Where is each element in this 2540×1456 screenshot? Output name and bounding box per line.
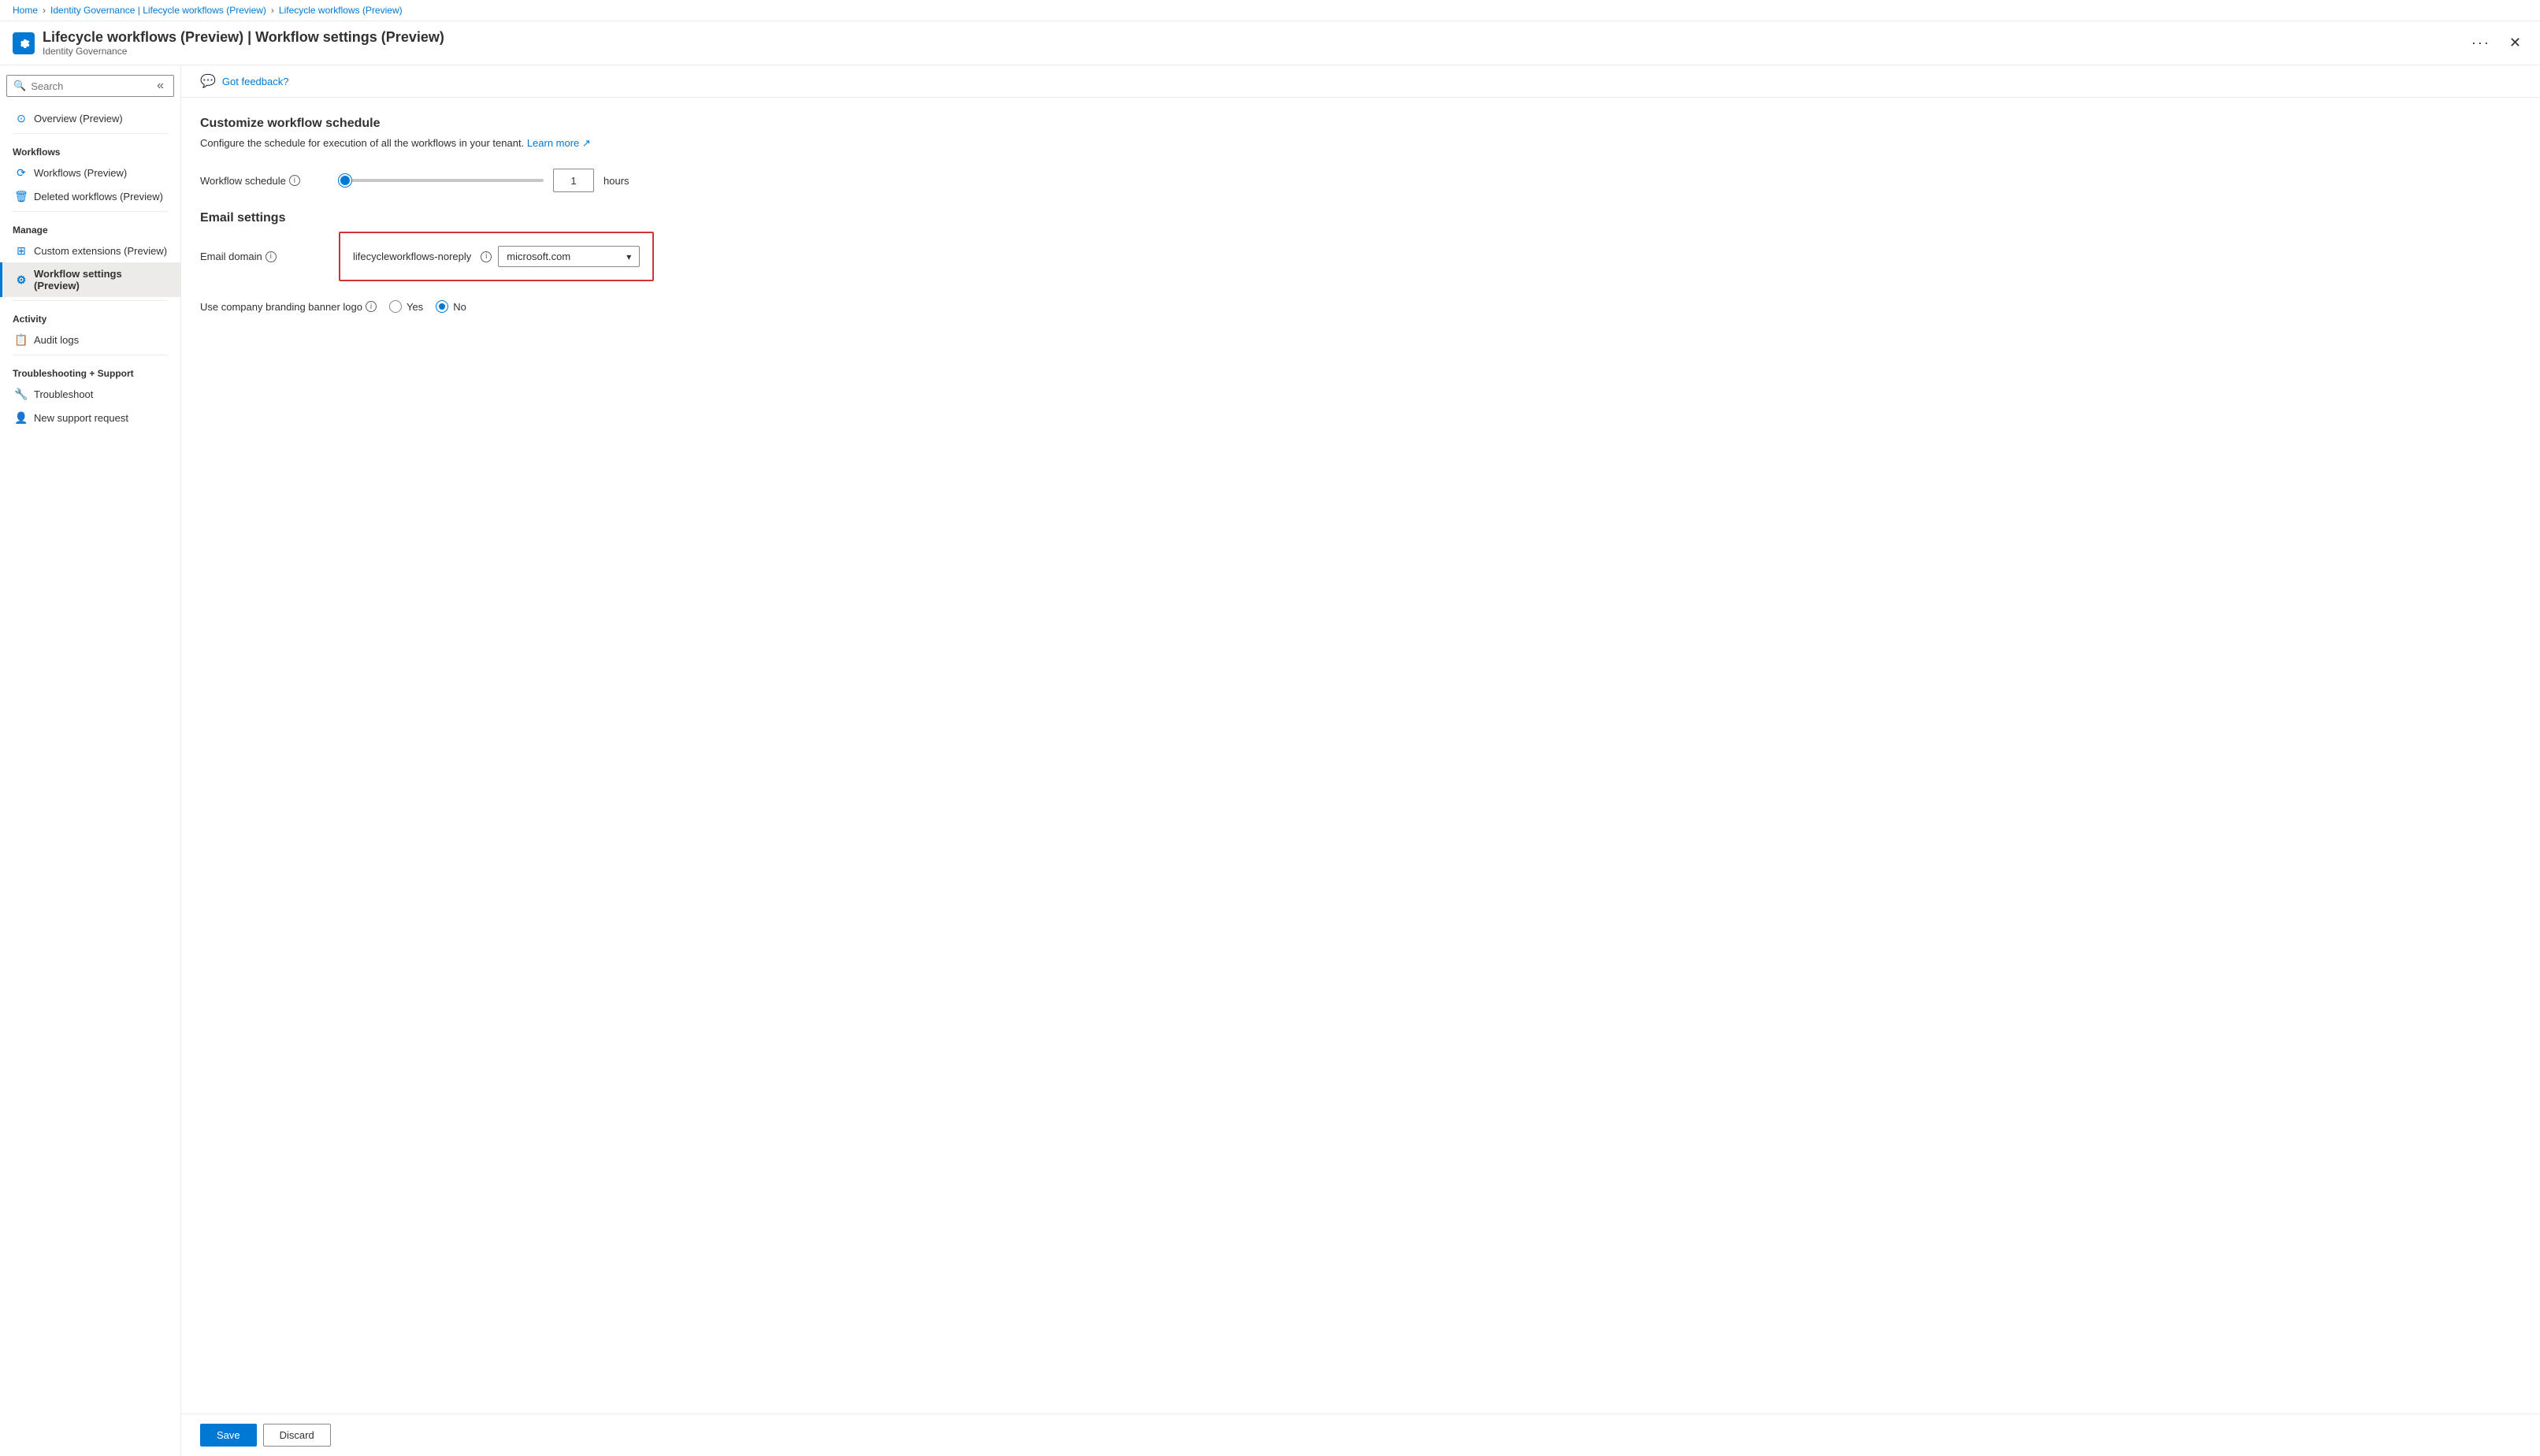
feedback-link[interactable]: Got feedback? [222,76,289,87]
schedule-slider[interactable] [339,179,544,182]
top-bar: Lifecycle workflows (Preview) | Workflow… [0,21,2540,65]
content-body: Customize workflow schedule Configure th… [181,98,2540,1413]
branding-label: Use company branding banner logo i [200,301,377,313]
email-domain-value: microsoft.com [507,251,620,262]
section1-desc: Configure the schedule for execution of … [200,137,2521,150]
sidebar-item-overview-label: Overview (Preview) [34,113,123,124]
audit-icon: 📋 [15,333,28,346]
page-title: Lifecycle workflows (Preview) | Workflow… [43,29,2459,46]
gear-icon [17,36,31,50]
email-settings-row: lifecycleworkflows-noreply i microsoft.c… [353,246,640,267]
sidebar-item-troubleshoot[interactable]: 🔧 Troubleshoot [0,382,180,406]
branding-no-label: No [453,301,466,313]
workflow-schedule-row: Workflow schedule i 1 hours [200,169,2521,192]
section1-title: Customize workflow schedule [200,117,2521,131]
section-header-troubleshooting: Troubleshooting + Support [0,358,180,382]
chevron-down-icon: ▾ [626,251,631,262]
branding-yes-radio[interactable] [389,300,402,313]
slider-value-box: 1 [553,169,594,192]
divider-workflows [13,133,168,134]
section2-title: Email settings [200,211,2521,225]
sidebar-item-custom-extensions-label: Custom extensions (Preview) [34,245,167,257]
breadcrumb-lifecycle-workflows[interactable]: Lifecycle workflows (Preview) [279,5,403,16]
delete-icon: 🗑 [15,190,28,202]
workflow-icon: ⟳ [15,166,28,179]
email-settings-section: Email settings Email domain i lifecyclew… [200,211,2521,313]
discard-button[interactable]: Discard [263,1424,331,1447]
divider-activity [13,300,168,301]
branding-radio-group: Yes No [389,300,466,313]
save-button[interactable]: Save [200,1424,257,1447]
sidebar-item-overview[interactable]: ⊙ Overview (Preview) [0,106,180,130]
breadcrumb-sep-2: › [271,5,274,16]
page-subtitle: Identity Governance [43,46,2459,57]
section-header-manage: Manage [0,215,180,239]
section-header-workflows: Workflows [0,137,180,161]
workflow-schedule-section: Customize workflow schedule Configure th… [200,117,2521,192]
sidebar-item-deleted-workflows[interactable]: 🗑 Deleted workflows (Preview) [0,184,180,208]
close-button[interactable]: ✕ [2503,32,2527,54]
branding-info-icon[interactable]: i [366,301,377,312]
content-area: 💬 Got feedback? Customize workflow sched… [181,65,2540,1456]
branding-row: Use company branding banner logo i Yes N… [200,300,2521,313]
workflow-schedule-label: Workflow schedule i [200,175,326,187]
sidebar-item-custom-extensions[interactable]: ⊞ Custom extensions (Preview) [0,239,180,262]
collapse-sidebar-button[interactable]: « [154,79,167,93]
search-container[interactable]: 🔍 « [6,75,174,97]
sidebar: 🔍 « ⊙ Overview (Preview) Workflows ⟳ Wor… [0,65,181,1456]
breadcrumb-identity-governance[interactable]: Identity Governance | Lifecycle workflow… [50,5,266,16]
sidebar-item-workflow-settings-label: Workflow settings (Preview) [34,268,168,292]
content-footer: Save Discard [181,1413,2540,1456]
search-input[interactable] [31,80,149,92]
branding-no-radio[interactable] [436,300,448,313]
slider-container: 1 hours [339,169,629,192]
more-options-button[interactable]: ··· [2471,35,2490,51]
settings-icon: ⚙ [15,273,28,286]
slider-unit: hours [603,175,629,187]
email-domain-label: Email domain i [200,251,326,262]
sidebar-item-audit-logs[interactable]: 📋 Audit logs [0,328,180,351]
content-header: 💬 Got feedback? [181,65,2540,98]
extension-icon: ⊞ [15,244,28,257]
wrench-icon: 🔧 [15,388,28,400]
sidebar-item-deleted-workflows-label: Deleted workflows (Preview) [34,191,163,202]
email-domain-row: Email domain i lifecycleworkflows-norepl… [200,232,2521,281]
person-icon: 👤 [15,411,28,424]
section1-desc-text: Configure the schedule for execution of … [200,137,524,149]
title-group: Lifecycle workflows (Preview) | Workflow… [43,29,2459,57]
email-domain-info-icon[interactable]: i [266,251,277,262]
breadcrumb-home[interactable]: Home [13,5,38,16]
breadcrumb-sep-1: › [43,5,46,16]
sidebar-item-new-support-request[interactable]: 👤 New support request [0,406,180,429]
slider-value: 1 [570,175,576,187]
branding-no-option[interactable]: No [436,300,466,313]
sidebar-item-workflows[interactable]: ⟳ Workflows (Preview) [0,161,180,184]
sidebar-item-new-support-request-label: New support request [34,412,128,424]
search-icon: 🔍 [13,80,26,92]
email-prefix-info-icon[interactable]: i [481,251,492,262]
sidebar-item-workflow-settings[interactable]: ⚙ Workflow settings (Preview) [0,262,180,297]
learn-more-link[interactable]: Learn more ↗ [527,137,591,149]
breadcrumb: Home › Identity Governance | Lifecycle w… [0,0,2540,21]
email-domain-highlight-box: lifecycleworkflows-noreply i microsoft.c… [339,232,654,281]
workflow-schedule-info-icon[interactable]: i [289,175,300,186]
branding-yes-option[interactable]: Yes [389,300,423,313]
overview-icon: ⊙ [15,112,28,124]
external-link-icon: ↗ [582,137,591,149]
sidebar-item-audit-logs-label: Audit logs [34,334,79,346]
app-icon [13,32,35,54]
email-prefix: lifecycleworkflows-noreply [353,251,471,262]
divider-manage [13,211,168,212]
branding-yes-label: Yes [407,301,423,313]
section-header-activity: Activity [0,304,180,328]
sidebar-item-troubleshoot-label: Troubleshoot [34,388,93,400]
email-domain-select[interactable]: microsoft.com ▾ [498,246,640,267]
sidebar-item-workflows-label: Workflows (Preview) [34,167,127,179]
feedback-icon: 💬 [200,73,216,89]
